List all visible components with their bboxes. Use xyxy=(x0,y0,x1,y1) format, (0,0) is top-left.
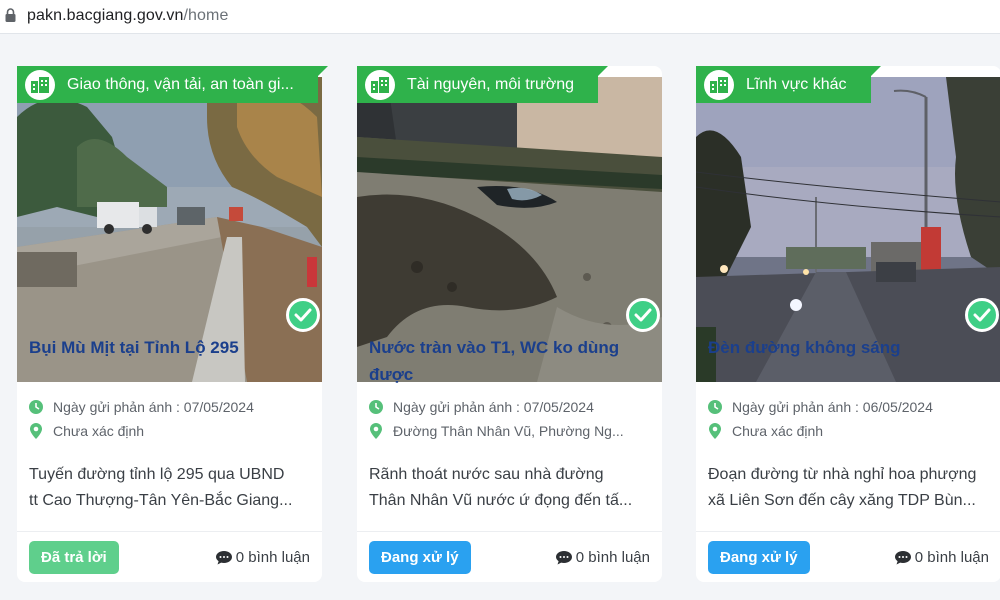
comment-bubble-icon xyxy=(894,550,911,565)
comments-text: 0 bình luận xyxy=(575,549,650,566)
browser-address-bar[interactable]: pakn.bacgiang.gov.vn/home xyxy=(0,0,1000,34)
description-line: xã Liên Sơn đến cây xăng TDP Bùn... xyxy=(708,492,976,509)
location: Chưa xác định xyxy=(29,423,314,439)
location: Đường Thân Nhân Vũ, Phường Ng... xyxy=(369,423,654,439)
status-badge[interactable]: Đã trả lời xyxy=(29,541,119,574)
clock-icon xyxy=(708,400,722,414)
report-title-line: được xyxy=(369,365,414,384)
report-description: Tuyến đường tỉnh lộ 295 qua UBND tt Cao … xyxy=(29,462,314,514)
report-title-line: Nước tràn vào T1, WC ko dùng xyxy=(369,338,620,357)
submit-date: Ngày gửi phản ánh : 07/05/2024 xyxy=(369,399,654,415)
lock-icon xyxy=(5,8,16,22)
category-text: Tài nguyên, môi trường xyxy=(407,75,575,93)
description-line: tt Cao Thượng-Tân Yên-Bắc Giang... xyxy=(29,492,293,509)
report-description: Rãnh thoát nước sau nhà đường Thân Nhân … xyxy=(369,462,654,514)
comments-count[interactable]: 0 bình luận xyxy=(215,549,310,566)
report-card[interactable]: Tài nguyên, môi trường Nước tràn vào T1,… xyxy=(357,66,662,582)
clock-icon xyxy=(29,400,43,414)
comments-count[interactable]: 0 bình luận xyxy=(555,549,650,566)
buildings-icon xyxy=(365,69,395,100)
submit-date-text: Ngày gửi phản ánh : 06/05/2024 xyxy=(732,399,933,415)
buildings-icon xyxy=(25,69,55,100)
check-circle-icon xyxy=(286,298,320,332)
comments-text: 0 bình luận xyxy=(914,549,989,566)
description-line: Tuyến đường tỉnh lộ 295 qua UBND xyxy=(29,466,285,483)
report-card[interactable]: Giao thông, vận tải, an toàn gi... Bụi M… xyxy=(17,66,328,582)
location-text: Chưa xác định xyxy=(53,423,145,439)
divider xyxy=(357,531,662,532)
url-domain: pakn.bacgiang.gov.vn xyxy=(27,7,184,24)
comment-bubble-icon xyxy=(555,550,572,565)
map-pin-icon xyxy=(708,423,722,439)
url-text[interactable]: pakn.bacgiang.gov.vn/home xyxy=(27,7,228,25)
status-badge[interactable]: Đang xử lý xyxy=(369,541,471,574)
map-pin-icon xyxy=(369,423,383,439)
report-title-line: Đèn đường không sáng xyxy=(708,338,901,357)
description-line: Đoạn đường từ nhà nghỉ hoa phượng xyxy=(708,466,977,483)
report-title[interactable]: Nước tràn vào T1, WC ko dùng được xyxy=(369,334,649,388)
report-title[interactable]: Đèn đường không sáng xyxy=(708,334,988,361)
comments-text: 0 bình luận xyxy=(235,549,310,566)
submit-date-text: Ngày gửi phản ánh : 07/05/2024 xyxy=(53,399,254,415)
report-title-line: Bụi Mù Mịt tại Tỉnh Lộ 295 xyxy=(29,338,239,357)
status-badge[interactable]: Đang xử lý xyxy=(708,541,810,574)
url-path: /home xyxy=(183,7,229,24)
divider xyxy=(17,531,322,532)
check-circle-icon xyxy=(965,298,999,332)
comments-count[interactable]: 0 bình luận xyxy=(894,549,989,566)
buildings-icon xyxy=(704,69,734,100)
comment-bubble-icon xyxy=(215,550,232,565)
category-label[interactable]: Lĩnh vực khác xyxy=(696,66,881,103)
category-label[interactable]: Giao thông, vận tải, an toàn gi... xyxy=(17,66,328,103)
clock-icon xyxy=(369,400,383,414)
submit-date: Ngày gửi phản ánh : 07/05/2024 xyxy=(29,399,314,415)
category-text: Giao thông, vận tải, an toàn gi... xyxy=(67,75,294,93)
category-label[interactable]: Tài nguyên, môi trường xyxy=(357,66,609,103)
location-text: Đường Thân Nhân Vũ, Phường Ng... xyxy=(393,423,624,439)
check-circle-icon xyxy=(626,298,660,332)
description-line: Thân Nhân Vũ nước ứ đọng đến tấ... xyxy=(369,492,633,509)
category-text: Lĩnh vực khác xyxy=(746,75,847,93)
divider xyxy=(696,531,1000,532)
report-card[interactable]: Lĩnh vực khác Đèn đường không sáng Ngày … xyxy=(696,66,1000,582)
submit-date-text: Ngày gửi phản ánh : 07/05/2024 xyxy=(393,399,594,415)
description-line: Rãnh thoát nước sau nhà đường xyxy=(369,466,604,483)
location: Chưa xác định xyxy=(708,423,993,439)
location-text: Chưa xác định xyxy=(732,423,824,439)
map-pin-icon xyxy=(29,423,43,439)
report-title[interactable]: Bụi Mù Mịt tại Tỉnh Lộ 295 xyxy=(29,334,309,361)
submit-date: Ngày gửi phản ánh : 06/05/2024 xyxy=(708,399,993,415)
report-description: Đoạn đường từ nhà nghỉ hoa phượng xã Liê… xyxy=(708,462,993,514)
